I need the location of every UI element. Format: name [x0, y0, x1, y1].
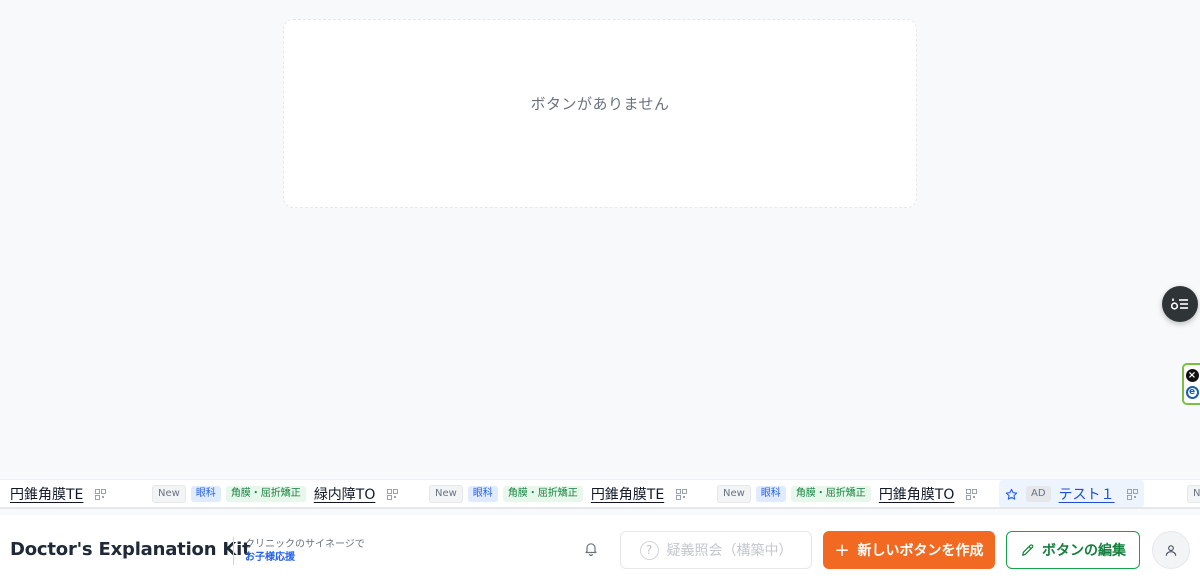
query-button-label: 疑義照会（構築中） [666, 543, 793, 559]
query-button[interactable]: ? 疑義照会（構築中） [620, 531, 812, 569]
department-badge: 眼科 [755, 486, 786, 502]
department-badge: 眼科 [467, 486, 498, 502]
close-icon[interactable]: × [1185, 369, 1199, 382]
ticker-item-title[interactable]: 円錐角膜TE [10, 484, 83, 504]
category-badge: 角膜・屈折矯正 [225, 486, 306, 502]
new-badge: New [717, 485, 751, 503]
ticker-item-title[interactable]: 緑内障TO [314, 484, 376, 504]
create-button-label: 新しいボタンを作成 [857, 543, 984, 559]
category-badge: 角膜・屈折矯正 [502, 486, 583, 502]
notification-button[interactable] [583, 540, 599, 561]
plus-icon: + [834, 539, 850, 561]
edit-buttons-button[interactable]: ボタンの編集 [1006, 531, 1140, 569]
category-badge: 角膜・屈折矯正 [790, 486, 871, 502]
ad-badge: AD [1026, 486, 1051, 502]
ticker-item-title[interactable]: 円錐角膜TO [879, 484, 955, 504]
ticker-item[interactable]: New 眼科 角膜・屈折矯正 円錐角膜TE [429, 480, 688, 507]
bottom-toolbar: Doctor's Explanation Kit クリニックのサイネージで お子… [0, 515, 1200, 581]
ticker-item-title[interactable]: テスト１ [1059, 484, 1115, 504]
pencil-icon [1022, 544, 1034, 556]
ticker-item-ad[interactable]: AD テスト１ [999, 480, 1144, 507]
extension-widget[interactable]: × e [1182, 363, 1200, 405]
divider [233, 537, 234, 565]
extension-e-icon[interactable]: e [1185, 386, 1199, 399]
empty-state-card: ボタンがありません [283, 19, 917, 208]
ticker-strip: 円錐角膜TE New 眼科 角膜・屈折矯正 緑内障TO New 眼科 角膜・屈折… [0, 479, 1200, 509]
qr-code-icon[interactable] [676, 488, 688, 500]
bell-icon [585, 543, 597, 557]
department-badge: 眼科 [190, 486, 221, 502]
ticker-item[interactable]: New 眼科 角膜・屈折矯正 緑内障TO [152, 480, 399, 507]
edit-button-label: ボタンの編集 [1042, 543, 1126, 559]
ticker-item[interactable]: Ne [1187, 480, 1200, 507]
user-icon [1165, 544, 1177, 556]
ticker-item-title[interactable]: 円錐角膜TE [591, 484, 664, 504]
help-icon: ? [639, 540, 659, 560]
tagline[interactable]: クリニックのサイネージで お子様応援 [245, 538, 365, 564]
qr-code-icon[interactable] [1126, 488, 1138, 500]
list-toggle-button[interactable] [1162, 286, 1198, 322]
empty-state-message: ボタンがありません [530, 95, 670, 113]
new-badge: New [429, 485, 463, 503]
new-badge: New [152, 485, 186, 503]
star-icon[interactable] [1005, 488, 1018, 501]
user-menu-button[interactable] [1152, 531, 1190, 569]
create-button-button[interactable]: + 新しいボタンを作成 [823, 531, 995, 569]
tagline-line-1: クリニックのサイネージで [245, 539, 365, 550]
ticker-item[interactable]: 円錐角膜TE [10, 480, 107, 507]
tagline-link[interactable]: お子様応援 [245, 551, 365, 564]
qr-code-icon[interactable] [966, 488, 978, 500]
new-badge: Ne [1187, 485, 1200, 503]
ticker-item[interactable]: New 眼科 角膜・屈折矯正 円錐角膜TO [717, 480, 978, 507]
list-toggle-icon [1171, 298, 1188, 310]
brand-title: Doctor's Explanation Kit [10, 539, 251, 560]
qr-code-icon[interactable] [95, 488, 107, 500]
qr-code-icon[interactable] [387, 488, 399, 500]
